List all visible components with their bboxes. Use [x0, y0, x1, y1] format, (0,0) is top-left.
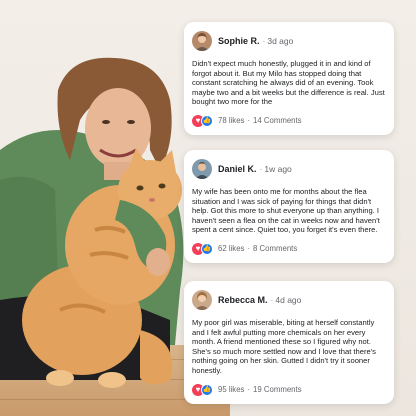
likes-count[interactable]: 78 likes	[218, 116, 244, 125]
reaction-icons[interactable]: ♥ 👍	[192, 383, 214, 396]
separator-dot: ·	[247, 244, 251, 254]
thumbs-up-icon: 👍	[201, 242, 213, 255]
separator-dot: ·	[259, 164, 263, 174]
review-text: Didn't expect much honestly, plugged it …	[192, 59, 385, 107]
post-time[interactable]: 1w ago	[264, 164, 291, 174]
review-card: Daniel K. · 1w ago My wife has been onto…	[184, 150, 394, 263]
review-card: Sophie R. · 3d ago Didn't expect much ho…	[184, 22, 394, 135]
comments-count[interactable]: 8 Comments	[253, 244, 297, 253]
thumbs-up-icon: 👍	[201, 114, 213, 127]
separator-dot: ·	[247, 385, 251, 395]
separator-dot: ·	[262, 36, 266, 46]
comments-count[interactable]: 14 Comments	[253, 116, 302, 125]
reviewer-name[interactable]: Sophie R.	[218, 36, 260, 46]
person-avatar-icon[interactable]	[192, 159, 212, 179]
review-card: Rebecca M. · 4d ago My poor girl was mis…	[184, 281, 394, 404]
reactions-bar: ♥ 👍 62 likes · 8 Comments	[192, 242, 386, 256]
comments-count[interactable]: 19 Comments	[253, 385, 302, 394]
thumbs-up-icon: 👍	[201, 383, 213, 396]
reactions-bar: ♥ 👍 78 likes · 14 Comments	[192, 114, 386, 128]
reviewer-name[interactable]: Rebecca M.	[218, 295, 268, 305]
post-time[interactable]: 4d ago	[275, 295, 301, 305]
person-avatar-icon[interactable]	[192, 290, 212, 310]
review-text: My wife has been onto me for months abou…	[192, 187, 380, 235]
review-header: Sophie R. · 3d ago	[192, 30, 386, 52]
reaction-icons[interactable]: ♥ 👍	[192, 114, 214, 127]
reviewer-name[interactable]: Daniel K.	[218, 164, 257, 174]
separator-dot: ·	[270, 295, 274, 305]
reaction-icons[interactable]: ♥ 👍	[192, 242, 214, 255]
review-header: Daniel K. · 1w ago	[192, 158, 386, 180]
likes-count[interactable]: 62 likes	[218, 244, 244, 253]
post-time[interactable]: 3d ago	[267, 36, 293, 46]
review-header: Rebecca M. · 4d ago	[192, 289, 386, 311]
reactions-bar: ♥ 👍 95 likes · 19 Comments	[192, 383, 386, 397]
person-avatar-icon[interactable]	[192, 31, 212, 51]
review-text: My poor girl was miserable, biting at he…	[192, 318, 376, 375]
separator-dot: ·	[247, 116, 251, 126]
likes-count[interactable]: 95 likes	[218, 385, 244, 394]
